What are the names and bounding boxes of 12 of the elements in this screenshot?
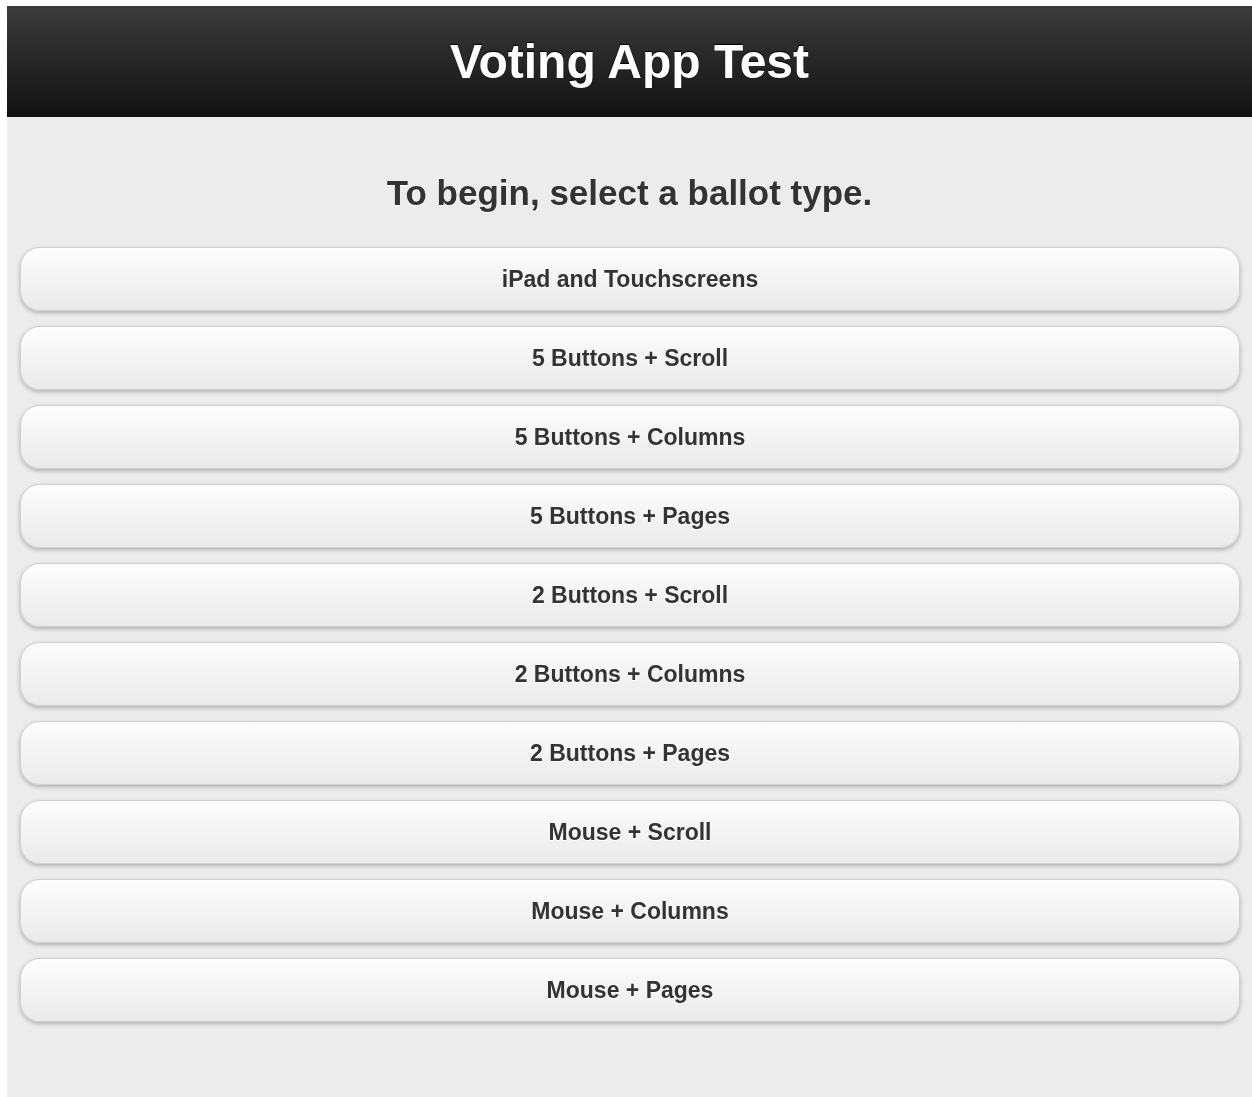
ballot-type-button[interactable]: Mouse + Scroll — [20, 800, 1240, 864]
ballot-type-button[interactable]: 2 Buttons + Scroll — [20, 563, 1240, 627]
ballot-type-button[interactable]: Mouse + Pages — [20, 958, 1240, 1022]
ballot-type-button[interactable]: iPad and Touchscreens — [20, 247, 1240, 311]
ballot-type-button[interactable]: 2 Buttons + Pages — [20, 721, 1240, 785]
ballot-type-button[interactable]: 2 Buttons + Columns — [20, 642, 1240, 706]
prompt-text: To begin, select a ballot type. — [385, 173, 874, 213]
ballot-type-button[interactable]: 5 Buttons + Columns — [20, 405, 1240, 469]
ballot-type-button[interactable]: Mouse + Columns — [20, 879, 1240, 943]
ballot-type-button[interactable]: 5 Buttons + Pages — [20, 484, 1240, 548]
ballot-type-button[interactable]: 5 Buttons + Scroll — [20, 326, 1240, 390]
app-title: Voting App Test — [449, 34, 810, 89]
